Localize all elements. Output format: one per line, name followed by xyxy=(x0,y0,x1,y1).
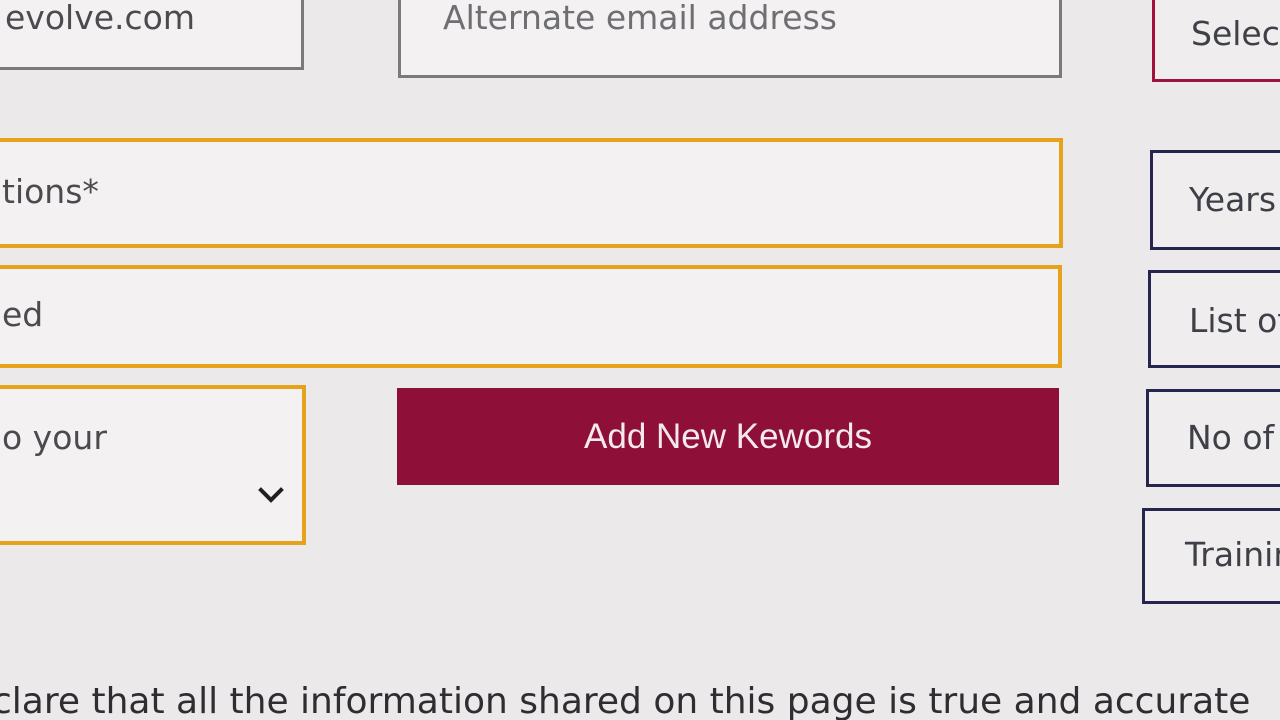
experience-field[interactable]: ed xyxy=(0,265,1062,368)
chevron-down-icon[interactable] xyxy=(258,482,284,508)
years-field[interactable]: Years xyxy=(1150,150,1280,250)
experience-placeholder: ed xyxy=(2,295,44,334)
qualifications-field[interactable]: tions* xyxy=(0,138,1063,248)
email-field-value: evolve.com xyxy=(5,0,195,37)
training-label: Trainin xyxy=(1185,535,1280,574)
qualifications-placeholder: tions* xyxy=(2,172,99,211)
alternate-email-field[interactable]: Alternate email address xyxy=(398,0,1062,78)
declaration-text: clare that all the information shared on… xyxy=(0,681,1251,720)
list-of-label: List of xyxy=(1189,301,1280,340)
list-of-field[interactable]: List of xyxy=(1148,270,1280,368)
years-label: Years xyxy=(1189,180,1277,219)
right-select-field[interactable]: Selec xyxy=(1152,0,1280,82)
no-of-label: No of xyxy=(1187,418,1275,457)
alternate-email-placeholder: Alternate email address xyxy=(443,0,837,37)
preference-select[interactable]: o your xyxy=(0,385,306,545)
right-select-label: Selec xyxy=(1191,14,1280,53)
training-field[interactable]: Trainin xyxy=(1142,508,1280,604)
add-new-keywords-button[interactable]: Add New Kewords xyxy=(397,388,1059,485)
no-of-field[interactable]: No of xyxy=(1146,389,1280,487)
preference-select-label: o your xyxy=(2,418,107,457)
email-field[interactable]: evolve.com xyxy=(0,0,304,70)
